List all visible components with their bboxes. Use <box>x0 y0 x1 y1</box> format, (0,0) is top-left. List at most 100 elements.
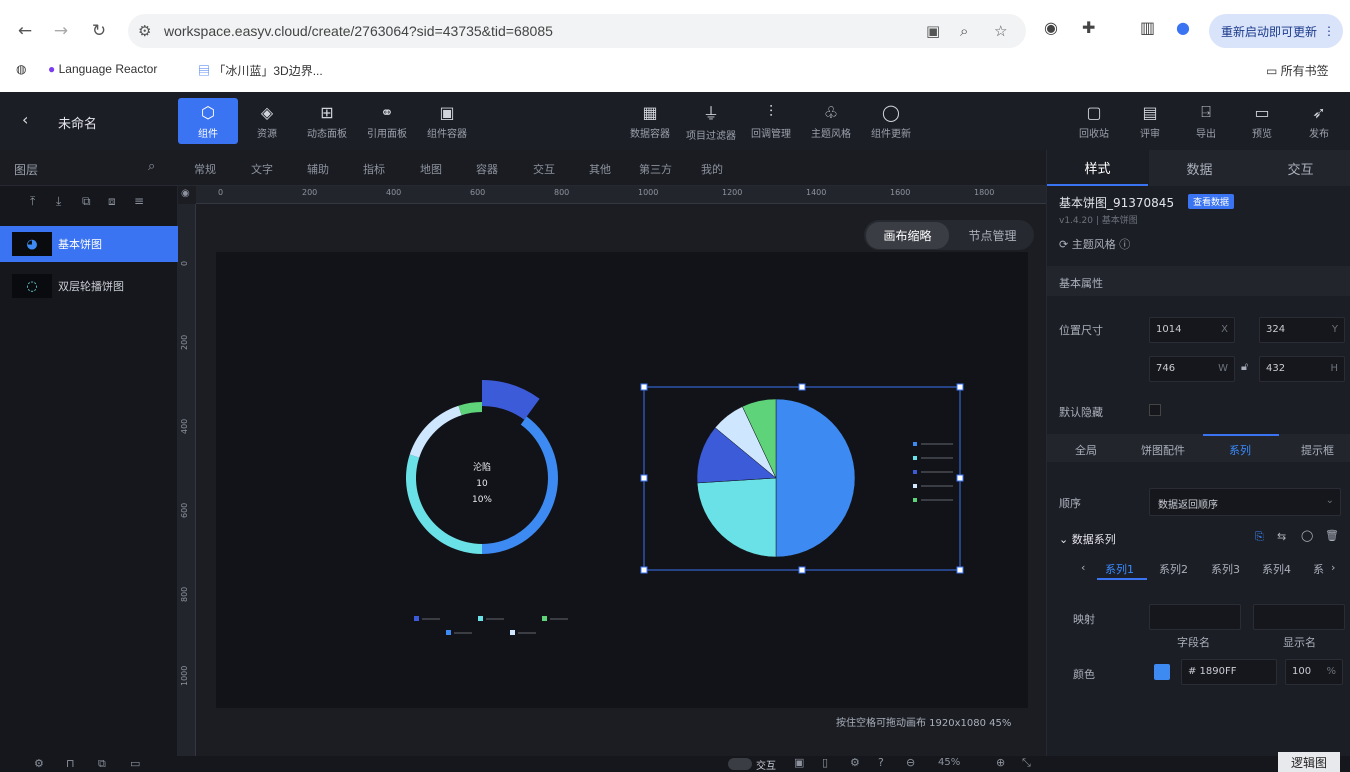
tab-style[interactable]: 样式 <box>1047 150 1148 186</box>
tool-recycle[interactable]: ▢ 回收站 <box>1064 98 1124 144</box>
order-select[interactable]: 数据返回顺序 ⌄ <box>1149 488 1341 516</box>
resize-handle[interactable] <box>798 383 806 391</box>
resize-handle[interactable] <box>956 383 964 391</box>
subtab-series[interactable]: 系列 <box>1229 442 1251 458</box>
ungroup-icon[interactable]: ⧈ <box>108 194 116 209</box>
w-input[interactable]: 746 W <box>1149 356 1235 382</box>
trash-icon[interactable]: ▭ <box>130 757 140 770</box>
apps-icon[interactable]: ◍ <box>16 62 26 76</box>
copy-icon[interactable]: ⎘ <box>1255 530 1264 544</box>
artboard[interactable]: 沦陷 10 10% <box>216 252 1028 708</box>
zoom-icon[interactable]: ⌕ <box>960 22 968 40</box>
reload-icon[interactable]: ↻ <box>86 18 112 44</box>
tool-review[interactable]: ▤ 评审 <box>1120 98 1180 144</box>
address-bar[interactable]: ⚙ workspace.easyv.cloud/create/2763064?s… <box>128 14 1026 48</box>
resize-handle[interactable] <box>640 566 648 574</box>
cat-aux[interactable]: 辅助 <box>307 161 329 177</box>
series-tab-5[interactable]: 系 <box>1313 561 1324 577</box>
field-input[interactable] <box>1149 604 1241 630</box>
zoom-in-icon[interactable]: ⊕ <box>996 756 1005 769</box>
tool-theme[interactable]: ♧ 主题风格 <box>801 98 861 144</box>
hidden-checkbox[interactable] <box>1149 404 1161 416</box>
tool-resource[interactable]: ◈ 资源 <box>237 98 297 144</box>
interact-toggle[interactable] <box>728 758 752 770</box>
help-icon[interactable]: ? <box>878 756 884 769</box>
subtab-pie-parts[interactable]: 饼图配件 <box>1141 442 1185 458</box>
x-input[interactable]: 1014 X <box>1149 317 1235 343</box>
chart-icon[interactable]: ▣ <box>794 756 804 769</box>
resize-handle[interactable] <box>640 474 648 482</box>
fit-icon[interactable]: ⤡ <box>1022 756 1031 770</box>
extensions-icon[interactable]: ✚ <box>1082 18 1095 37</box>
update-button[interactable]: 重新启动即可更新 ⋮ <box>1209 14 1343 48</box>
gear-icon[interactable]: ⚙ <box>850 756 860 769</box>
delete-icon[interactable]: 🗑︎ <box>1325 529 1339 542</box>
series-tab-3[interactable]: 系列3 <box>1211 561 1240 577</box>
forward-icon[interactable]: → <box>48 18 74 44</box>
tool-component[interactable]: ⬡ 组件 <box>178 98 238 144</box>
bookmark-glacier[interactable]: ▤ 「冰川蓝」3D边界... <box>198 62 323 79</box>
tool-preview[interactable]: ▭ 预览 <box>1232 98 1292 144</box>
resize-handle[interactable] <box>956 566 964 574</box>
profile-icon[interactable]: ● <box>1176 18 1190 37</box>
theme-row[interactable]: ⟳ 主题风格 ⓘ <box>1059 236 1130 252</box>
series-tab-4[interactable]: 系列4 <box>1262 561 1291 577</box>
back-icon[interactable]: ← <box>12 18 38 44</box>
cat-other[interactable]: 其他 <box>589 161 611 177</box>
tool-ref-panel[interactable]: ⚭ 引用面板 <box>357 98 417 144</box>
view-data-button[interactable]: 查看数据 <box>1188 194 1235 209</box>
add-icon[interactable]: ◯ <box>1301 529 1313 542</box>
tool-publish[interactable]: ➶ 发布 <box>1289 98 1349 144</box>
layout-icon[interactable]: ▯ <box>822 756 828 769</box>
tab-data[interactable]: 数据 <box>1149 150 1250 186</box>
move-top-icon[interactable]: ⤒ <box>30 194 35 209</box>
tool-callback[interactable]: ⫶ 回调管理 <box>741 98 801 144</box>
cat-map[interactable]: 地图 <box>420 161 442 177</box>
subtab-global[interactable]: 全局 <box>1075 442 1097 458</box>
resize-handle[interactable] <box>798 566 806 574</box>
lock-icon[interactable]: 🔓︎ <box>1241 360 1248 374</box>
extension-color-icon[interactable]: ◉ <box>1044 18 1058 37</box>
cat-text[interactable]: 文字 <box>251 161 273 177</box>
all-bookmarks[interactable]: ▭ 所有书签 <box>1266 62 1329 79</box>
tool-data-container[interactable]: ▦ 数据容器 <box>620 98 680 144</box>
settings-icon[interactable]: ⚙ <box>34 757 44 770</box>
logic-graph-button[interactable]: 逻辑图 <box>1278 752 1340 772</box>
cat-regular[interactable]: 常规 <box>194 161 216 177</box>
cat-container[interactable]: 容器 <box>476 161 498 177</box>
zoom-value[interactable]: 45% <box>938 757 960 768</box>
cat-mine[interactable]: 我的 <box>701 161 723 177</box>
tool-update[interactable]: ◯ 组件更新 <box>861 98 921 144</box>
color-swatch[interactable] <box>1154 664 1170 680</box>
pie-chart[interactable] <box>696 398 856 558</box>
bookmark-language-reactor[interactable]: ● Language Reactor <box>48 62 157 76</box>
group-icon[interactable]: ⧉ <box>82 194 91 209</box>
tool-container[interactable]: ▣ 组件容器 <box>417 98 477 144</box>
series-tab-1[interactable]: 系列1 <box>1105 561 1134 577</box>
subtab-tooltip[interactable]: 提示框 <box>1301 442 1334 458</box>
canvas-area[interactable]: 0 200 400 600 800 1000 1200 1400 1600 18… <box>178 186 1046 756</box>
resize-handle[interactable] <box>640 383 648 391</box>
help-icon[interactable]: ⓘ <box>1119 238 1130 251</box>
reorder-icon[interactable]: ⇆ <box>1277 530 1286 543</box>
tab-node-manager[interactable]: 节点管理 <box>951 227 1034 244</box>
menu-icon[interactable]: ⋮ <box>1323 24 1335 38</box>
project-name[interactable]: 未命名 <box>58 113 97 132</box>
resize-handle[interactable] <box>956 474 964 482</box>
star-icon[interactable]: ☆ <box>994 22 1007 40</box>
series-tab-2[interactable]: 系列2 <box>1159 561 1188 577</box>
tab-interact[interactable]: 交互 <box>1250 150 1350 186</box>
copy-icon[interactable]: ⧉ <box>98 757 106 771</box>
zoom-out-icon[interactable]: ⊖ <box>906 756 915 769</box>
install-icon[interactable]: ▣ <box>926 22 940 40</box>
layer-item[interactable]: ◕ 基本饼图 <box>0 226 178 262</box>
tab-canvas-thumbnail[interactable]: 画布缩略 <box>866 221 949 249</box>
display-input[interactable] <box>1253 604 1345 630</box>
cat-third[interactable]: 第三方 <box>639 161 672 177</box>
color-hex-input[interactable]: # 1890FF <box>1181 659 1277 685</box>
back-arrow-icon[interactable]: ‹ <box>22 110 28 129</box>
list-icon[interactable]: ≡ <box>134 194 144 208</box>
lock-icon[interactable]: ⊓ <box>66 757 75 770</box>
series-next-icon[interactable]: › <box>1331 561 1335 574</box>
eye-icon[interactable]: ◉ <box>181 188 190 199</box>
